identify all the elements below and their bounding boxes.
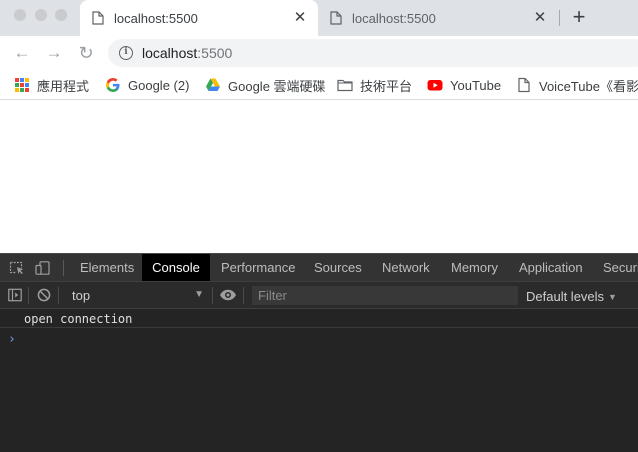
log-levels-dropdown[interactable]: Default levels ▼ [526,289,617,304]
document-icon [518,77,530,93]
console-message: open connection [0,309,638,328]
devtools-panel: Elements Console Performance Sources Net… [0,253,638,452]
tab-separator [559,10,560,26]
bookmark-label: 應用程式 [37,78,90,94]
dropdown-arrow-icon: ▼ [608,292,617,302]
tab-title: localhost:5500 [352,11,436,26]
context-selector[interactable]: top ▼ [64,285,210,305]
console-toolbar-separator [58,287,59,304]
bookmark-folder[interactable]: 技術平台 [337,77,413,94]
console-toolbar: top ▼ Default levels▼ [0,282,638,309]
close-tab-button[interactable]: ✕ [292,9,308,27]
console-prompt[interactable]: › [8,332,16,347]
document-icon [330,11,342,25]
close-tab-button[interactable]: ✕ [532,9,548,27]
console-filter-input[interactable] [252,286,518,305]
inspect-element-icon[interactable] [9,261,25,275]
bookmark-label: 技術平台 [360,78,413,94]
console-toolbar-separator [212,287,213,304]
context-value: top [72,288,91,303]
console-message-text: open connection [24,312,133,326]
devtools-tab-bar: Elements Console Performance Sources Net… [0,253,638,282]
bookmark-label: VoiceTube《看影… [539,78,638,94]
bookmark-label: YouTube [450,77,502,93]
console-output: open connection › [0,309,638,452]
tab-strip: localhost:5500 ✕ localhost:5500 ✕ + [0,0,638,36]
tab-network[interactable]: Network [382,254,430,281]
browser-toolbar: ← → ↻ i localhost:5500 [0,36,638,70]
apps-grid-icon [14,77,30,93]
eye-icon[interactable] [219,288,237,302]
console-toolbar-separator [243,287,244,304]
address-bar[interactable]: i localhost:5500 [108,39,638,67]
log-levels-label: Default levels [526,289,605,304]
info-icon[interactable]: i [119,46,133,60]
bookmark-label: Google 雲端硬碟 [228,78,326,94]
console-toolbar-separator [28,287,29,304]
minimize-window-button[interactable] [35,9,47,21]
google-drive-icon [206,78,220,91]
browser-tab[interactable]: localhost:5500 ✕ [318,0,558,36]
bookmark-voicetube[interactable]: VoiceTube《看影… [516,77,638,94]
tab-sources[interactable]: Sources [314,254,362,281]
tab-elements[interactable]: Elements [80,254,134,281]
clear-console-icon[interactable] [37,288,51,302]
zoom-window-button[interactable] [55,9,67,21]
bookmark-apps[interactable]: 應用程式 [14,77,90,94]
close-window-button[interactable] [14,9,26,21]
url-port: :5500 [197,45,233,61]
document-icon [92,11,104,25]
folder-icon [337,79,353,92]
tab-title: localhost:5500 [114,11,198,26]
tab-performance[interactable]: Performance [221,254,295,281]
toolbar-divider [63,260,64,276]
tab-memory[interactable]: Memory [451,254,498,281]
new-tab-button[interactable]: + [569,6,589,28]
device-toolbar-icon[interactable] [35,261,51,275]
tab-security[interactable]: Securi [603,254,638,281]
bookmark-label: Google (2) [128,77,190,93]
url-text[interactable]: localhost:5500 [142,45,232,61]
bookmark-youtube[interactable]: YouTube [427,77,501,93]
back-button[interactable]: ← [12,43,32,63]
reload-button[interactable]: ↻ [76,43,96,63]
url-host: localhost [142,45,198,61]
browser-tab-active[interactable]: localhost:5500 ✕ [80,0,318,36]
bookmarks-bar: 應用程式 Google (2) Google 雲端硬碟 技術平台 YouTube [0,70,638,100]
tab-application[interactable]: Application [519,254,583,281]
show-sidebar-icon[interactable] [8,288,22,302]
bookmark-google-drive[interactable]: Google 雲端硬碟 [205,77,326,94]
bookmark-google[interactable]: Google (2) [105,77,189,93]
youtube-icon [427,80,443,91]
forward-button[interactable]: → [44,43,64,63]
dropdown-arrow-icon: ▼ [194,289,204,300]
page-viewport [0,101,638,253]
google-icon [106,78,120,92]
tab-console[interactable]: Console [142,254,210,281]
